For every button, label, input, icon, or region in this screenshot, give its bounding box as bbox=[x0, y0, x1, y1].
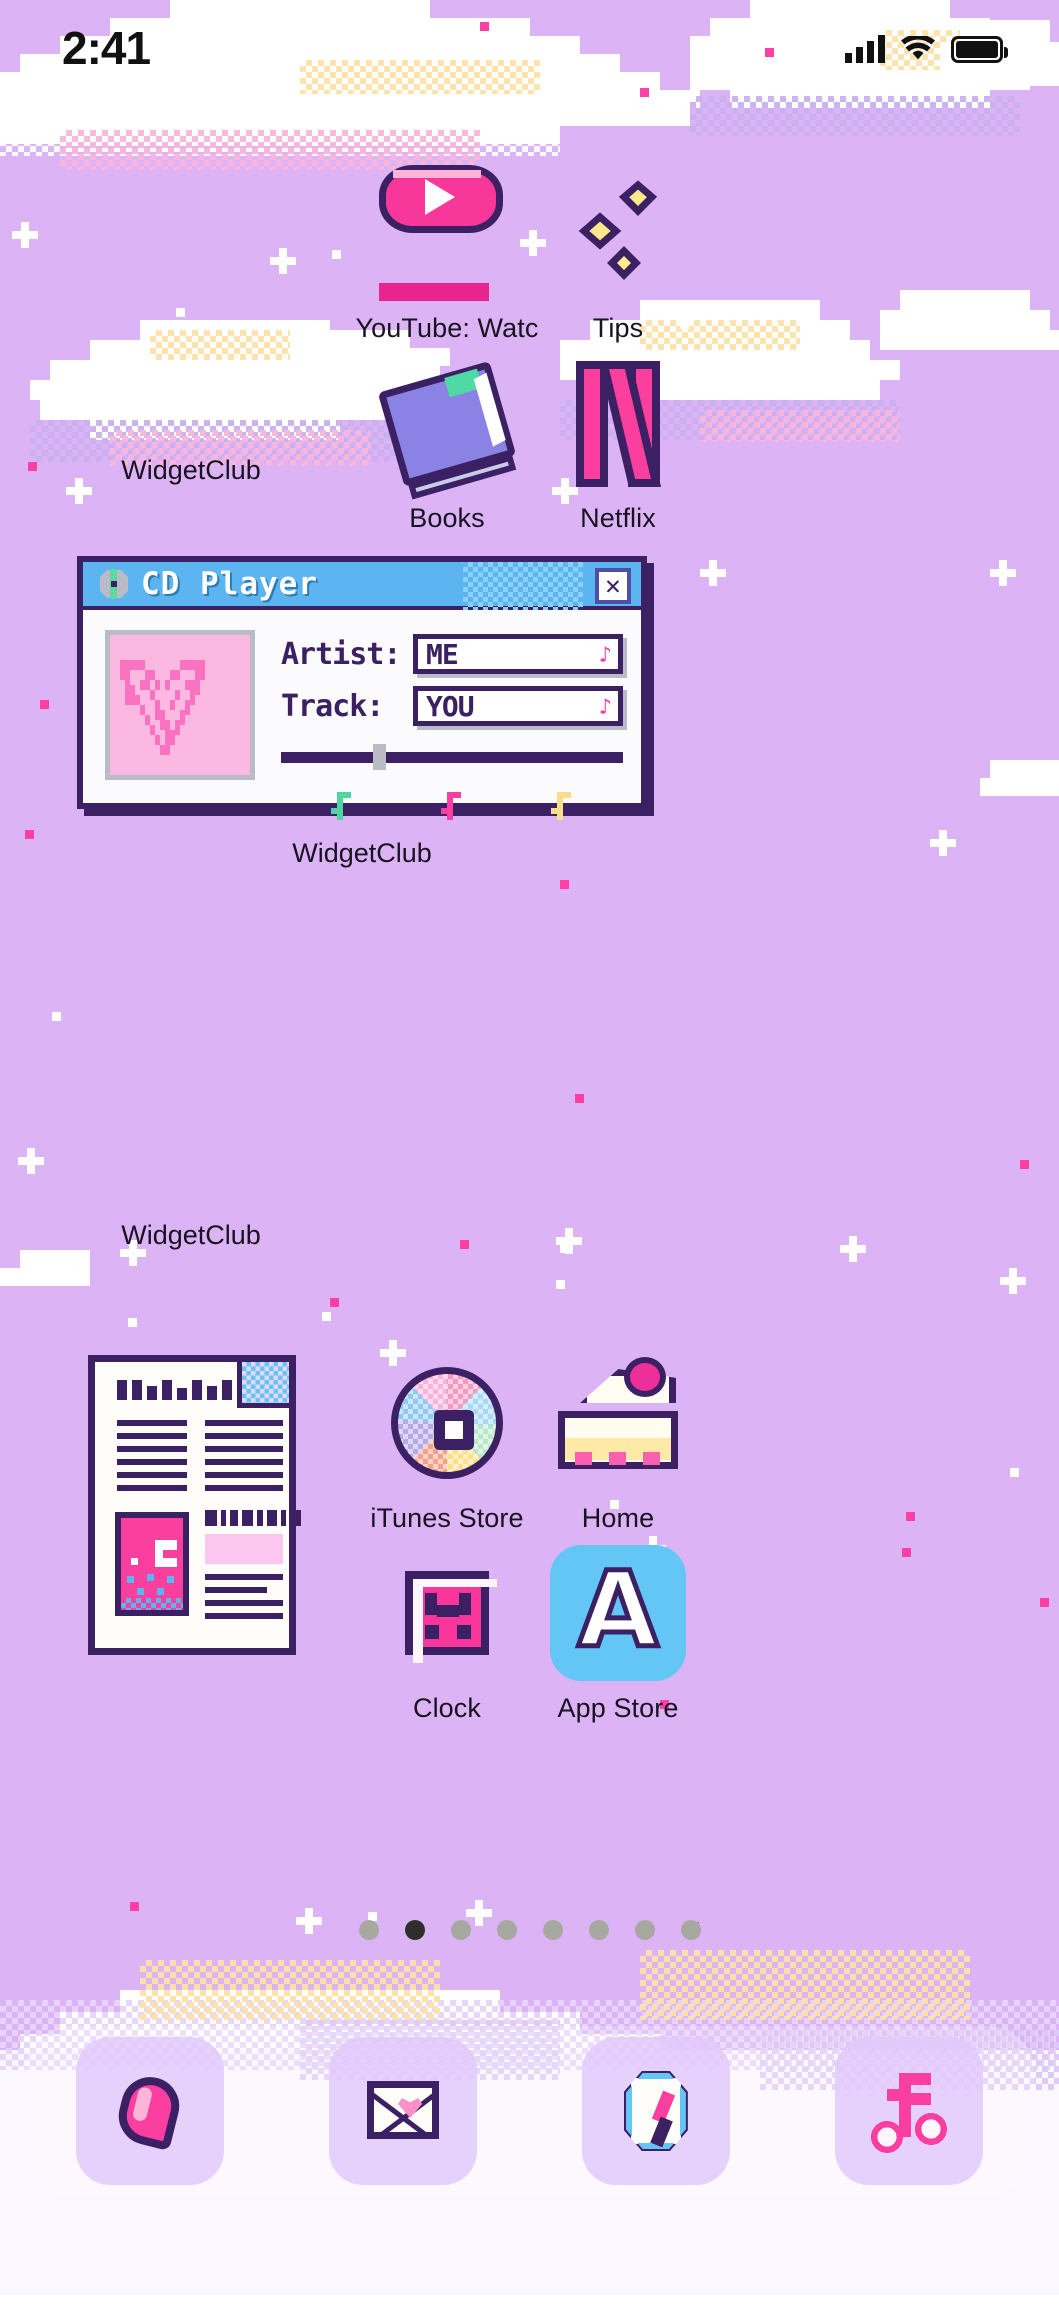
status-bar-time: 2:41 bbox=[62, 22, 151, 74]
app-icon-app-store[interactable]: A App Store bbox=[518, 1545, 718, 1724]
page-dot-3[interactable] bbox=[450, 1920, 471, 1940]
page-dot-4[interactable] bbox=[496, 1920, 517, 1940]
cd-player-title-bar: CD Player ✕ bbox=[83, 562, 641, 610]
home-screen: YouTube: Watc Tips WidgetClub Books Netf… bbox=[0, 0, 1059, 2295]
music-notes-row bbox=[281, 788, 623, 828]
page-indicator[interactable] bbox=[0, 1920, 1059, 1940]
app-label: Tips bbox=[592, 313, 644, 343]
progress-slider[interactable] bbox=[281, 744, 623, 770]
close-glyph: ✕ bbox=[605, 571, 621, 601]
page-dot-5[interactable] bbox=[542, 1920, 563, 1940]
dock bbox=[24, 2026, 1035, 2196]
cloud-block bbox=[0, 2298, 1059, 2320]
app-icon-youtube[interactable]: YouTube: Watc bbox=[347, 165, 547, 344]
cd-player-widget[interactable]: CD Player ✕ Artist: ME ♪ Track: YOU ♪ bbox=[77, 556, 647, 820]
cd-player-title: CD Player bbox=[141, 566, 318, 602]
mail-icon bbox=[357, 2065, 449, 2157]
note-marker-icon: ♪ bbox=[598, 643, 612, 668]
app-icon-tips[interactable]: Tips bbox=[518, 165, 718, 344]
widget-label-cd-player: WidgetClub bbox=[292, 838, 432, 868]
slider-knob[interactable] bbox=[373, 744, 387, 770]
subhead-blocks bbox=[205, 1510, 301, 1526]
track-value: YOU bbox=[426, 689, 475, 723]
text-column-bottom bbox=[205, 1574, 283, 1626]
youtube-icon bbox=[379, 165, 515, 301]
cellular-signal-icon bbox=[845, 35, 885, 63]
books-icon bbox=[377, 355, 517, 500]
dock-item-safari[interactable] bbox=[581, 2037, 730, 2185]
page-dot-6[interactable] bbox=[588, 1920, 609, 1940]
widget-label-newspaper: WidgetClub bbox=[121, 1220, 261, 1250]
track-input[interactable]: YOU ♪ bbox=[413, 686, 623, 726]
app-icon-itunes-store[interactable]: iTunes Store bbox=[347, 1355, 547, 1534]
page-dot-2[interactable] bbox=[404, 1920, 425, 1940]
music-note-pink-icon bbox=[435, 788, 469, 828]
cd-player-fields: Artist: ME ♪ Track: YOU ♪ bbox=[281, 630, 623, 828]
battery-icon bbox=[951, 35, 1008, 63]
artist-field-row: Artist: ME ♪ bbox=[281, 634, 623, 674]
close-icon[interactable]: ✕ bbox=[595, 568, 631, 604]
app-store-icon: A bbox=[550, 1545, 686, 1681]
phone-icon bbox=[104, 2065, 196, 2157]
page-dot-7[interactable] bbox=[634, 1920, 655, 1940]
tips-sparkles-icon bbox=[550, 165, 686, 301]
app-icon-clock[interactable]: Clock bbox=[347, 1545, 547, 1724]
music-note-yellow-icon bbox=[545, 788, 579, 828]
music-note-icon bbox=[863, 2065, 955, 2157]
app-label: Netflix bbox=[580, 503, 656, 533]
page-dot-1[interactable] bbox=[358, 1920, 379, 1940]
app-label: Home bbox=[581, 1503, 655, 1533]
album-art bbox=[105, 630, 255, 780]
wifi-icon bbox=[901, 36, 935, 60]
app-icon-home[interactable]: Home bbox=[518, 1355, 718, 1534]
cake-icon bbox=[550, 1355, 686, 1491]
music-note-green-icon bbox=[325, 788, 359, 828]
cd-player-body: Artist: ME ♪ Track: YOU ♪ bbox=[83, 610, 641, 838]
artist-label: Artist: bbox=[281, 636, 401, 672]
netflix-icon bbox=[550, 355, 686, 491]
newspaper-photo bbox=[115, 1512, 189, 1616]
app-label: Clock bbox=[412, 1693, 481, 1723]
clock-icon bbox=[379, 1545, 515, 1681]
app-label: App Store bbox=[557, 1693, 679, 1723]
text-column-left bbox=[117, 1420, 187, 1498]
newspaper-highlight bbox=[205, 1534, 283, 1564]
page-dot-8[interactable] bbox=[680, 1920, 701, 1940]
app-label: Books bbox=[409, 503, 485, 533]
app-icon-netflix[interactable]: Netflix bbox=[518, 355, 718, 534]
track-label: Track: bbox=[281, 688, 384, 724]
note-marker-icon: ♪ bbox=[598, 695, 612, 720]
app-label: iTunes Store bbox=[370, 1503, 524, 1533]
track-field-row: Track: YOU ♪ bbox=[281, 686, 623, 726]
status-bar: 2:41 bbox=[0, 0, 1059, 90]
app-icon-books[interactable]: Books bbox=[347, 355, 547, 534]
artist-value: ME bbox=[426, 637, 459, 671]
slider-track bbox=[281, 752, 623, 763]
itunes-cd-icon bbox=[379, 1355, 515, 1491]
dock-item-mail[interactable] bbox=[329, 2037, 478, 2185]
cd-disc-icon bbox=[97, 567, 131, 601]
dock-item-phone[interactable] bbox=[76, 2037, 225, 2185]
compass-icon bbox=[610, 2065, 702, 2157]
newspaper-widget[interactable] bbox=[88, 1355, 301, 1655]
artist-input[interactable]: ME ♪ bbox=[413, 634, 623, 674]
text-column-right bbox=[205, 1420, 283, 1498]
status-bar-icons bbox=[845, 35, 1008, 63]
widget-label-top-left: WidgetClub bbox=[121, 455, 261, 485]
page-fold-icon bbox=[237, 1362, 289, 1408]
headline-blocks bbox=[117, 1380, 232, 1400]
app-label: YouTube: Watc bbox=[355, 313, 539, 343]
dock-item-music[interactable] bbox=[834, 2037, 983, 2185]
